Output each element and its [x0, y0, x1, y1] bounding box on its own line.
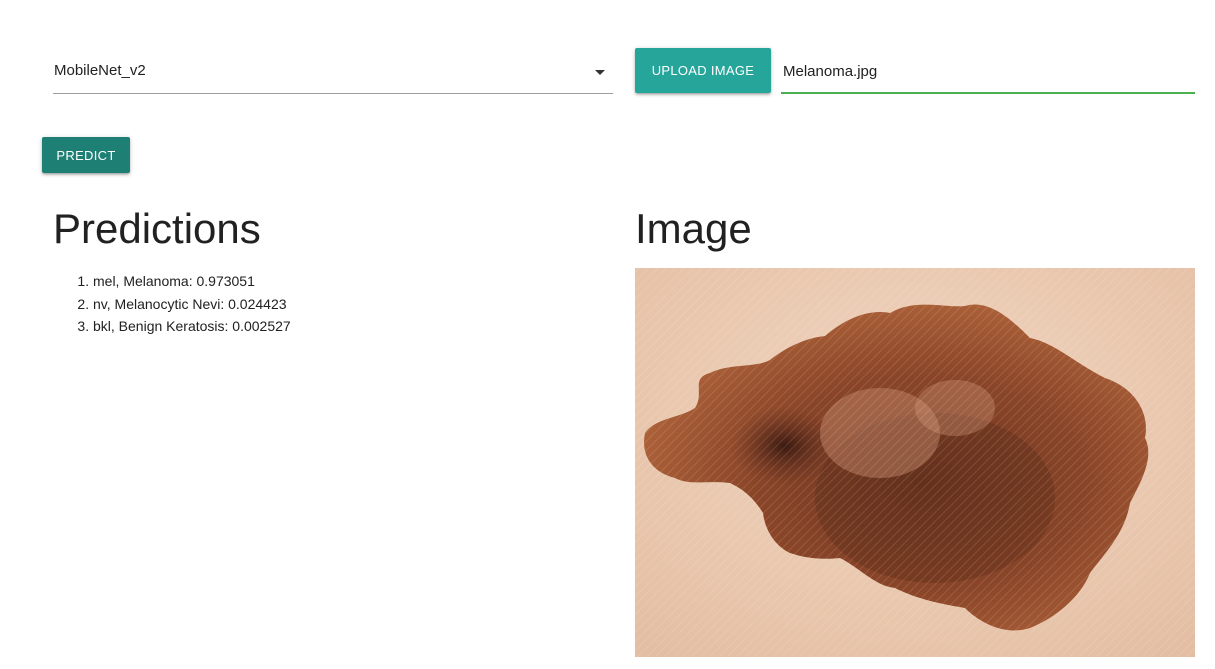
model-select[interactable]: MobileNet_v2	[53, 50, 613, 94]
predict-button[interactable]: PREDICT	[42, 137, 130, 173]
uploaded-lesion-image	[635, 268, 1195, 657]
image-title: Image	[635, 205, 752, 252]
predictions-title: Predictions	[53, 205, 261, 252]
arrow-drop-down-icon[interactable]	[595, 70, 605, 75]
prediction-item: nv, Melanocytic Nevi: 0.024423	[93, 293, 291, 316]
upload-image-button[interactable]: UPLOAD IMAGE	[635, 48, 771, 93]
app-page: MobileNet_v2 UPLOAD IMAGE PREDICT Predic…	[0, 0, 1215, 669]
prediction-item: bkl, Benign Keratosis: 0.002527	[93, 315, 291, 338]
model-select-value: MobileNet_v2	[54, 62, 146, 79]
lesion-photo	[635, 268, 1195, 657]
predictions-list: mel, Melanoma: 0.973051 nv, Melanocytic …	[53, 270, 291, 338]
file-path-field[interactable]	[781, 50, 1195, 94]
prediction-item: mel, Melanoma: 0.973051	[93, 270, 291, 293]
